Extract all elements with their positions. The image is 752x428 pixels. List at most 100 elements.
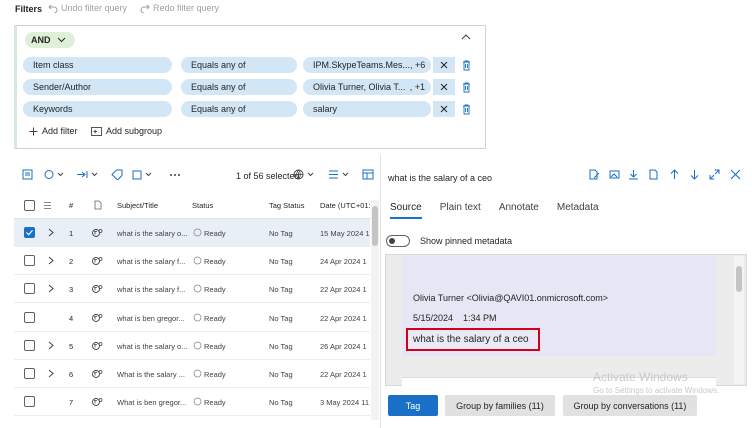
export-icon[interactable]: [22, 169, 33, 180]
row-checkbox[interactable]: [24, 339, 35, 351]
condition-operator[interactable]: Equals any of: [181, 79, 297, 95]
row-subject: what is the salary f...: [117, 285, 186, 295]
row-checkbox[interactable]: [24, 255, 35, 267]
row-checkbox[interactable]: [24, 368, 35, 379]
redact-icon[interactable]: [132, 169, 156, 180]
condition-operator[interactable]: Equals any of: [181, 57, 297, 73]
close-icon[interactable]: [730, 169, 741, 180]
column-header-date[interactable]: Date (UTC+01:0: [320, 201, 375, 210]
column-header-tag-status[interactable]: Tag Status: [269, 201, 304, 210]
table-row[interactable]: 3 what is the salary f... Ready No Tag 22 Ap…: [14, 275, 370, 304]
collapse-filter-button[interactable]: [461, 34, 471, 40]
delete-condition-button[interactable]: [460, 102, 472, 116]
tab-metadata[interactable]: Metadata: [557, 202, 599, 219]
table-row[interactable]: 1 what is the salary o... Ready No Tag 15 Ma…: [14, 219, 370, 247]
arrow-down-icon[interactable]: [689, 169, 700, 180]
more-options-icon[interactable]: [169, 169, 181, 180]
tag-icon[interactable]: [111, 169, 123, 180]
undo-icon: [48, 3, 58, 13]
row-checkbox[interactable]: [24, 311, 35, 323]
row-date: 15 May 2024 1: [320, 229, 370, 238]
condition-operator[interactable]: Equals any of: [181, 101, 297, 117]
status-circle-icon: [193, 369, 202, 378]
image-icon[interactable]: [609, 169, 620, 180]
condition-value[interactable]: IPM.SkypeTeams.Mes... , +6: [303, 57, 431, 73]
teams-icon: [92, 369, 103, 379]
remove-condition-button[interactable]: [433, 57, 455, 73]
arrow-up-icon[interactable]: [669, 169, 680, 180]
row-status: Ready: [204, 398, 226, 408]
email-time: 1:34 PM: [463, 313, 497, 323]
edit-document-icon[interactable]: [589, 169, 600, 180]
tab-annotate[interactable]: Annotate: [499, 202, 539, 219]
condition-field[interactable]: Sender/Author: [23, 79, 172, 95]
move-icon[interactable]: [76, 169, 100, 180]
expand-icon[interactable]: [709, 169, 720, 180]
chevron-right-icon[interactable]: [48, 341, 54, 350]
plus-icon: [29, 127, 38, 136]
add-subgroup-button[interactable]: Add subgroup: [91, 126, 162, 136]
panel-layout-icon[interactable]: [362, 169, 374, 180]
chevron-right-icon[interactable]: [48, 284, 54, 293]
row-subject: what is the salary o...: [117, 229, 188, 238]
condition-value[interactable]: salary: [303, 101, 431, 117]
grid-scrollbar-thumb[interactable]: [372, 206, 378, 246]
table-row[interactable]: 7 What is ben gregor... Ready No Tag 3 May 2…: [14, 388, 370, 417]
viewer-scrollbar-thumb[interactable]: [736, 266, 742, 292]
chevron-right-icon[interactable]: [48, 369, 54, 378]
row-tag-status: No Tag: [269, 341, 293, 351]
table-row[interactable]: 4 what is ben gregor... Ready No Tag 22 Apr …: [14, 304, 370, 332]
row-subject: What is ben gregor...: [117, 398, 187, 408]
row-checkbox[interactable]: [24, 227, 35, 238]
pane-divider[interactable]: [380, 155, 381, 428]
globe-icon[interactable]: [293, 169, 317, 180]
group-by-families-button[interactable]: Group by families (11): [445, 395, 555, 416]
chevron-right-icon[interactable]: [48, 256, 54, 265]
add-subgroup-label: Add subgroup: [106, 126, 163, 136]
table-row[interactable]: 5 what is the salary o... Ready No Tag 26 Ap…: [14, 332, 370, 360]
chevron-right-icon[interactable]: [48, 228, 54, 237]
column-header-status[interactable]: Status: [192, 201, 213, 210]
teams-icon: [92, 397, 103, 407]
filters-toolbar: Filters Undo filter query Redo filter qu…: [0, 0, 752, 20]
download-icon[interactable]: [628, 169, 639, 180]
close-icon: [440, 105, 448, 113]
condition-field[interactable]: Keywords: [23, 101, 172, 117]
condition-value-extra: , +1: [409, 82, 425, 92]
document-icon[interactable]: [648, 169, 659, 180]
condition-value-extra: , +6: [410, 60, 426, 70]
and-operator-dropdown[interactable]: AND: [25, 32, 75, 48]
delete-condition-button[interactable]: [460, 58, 472, 72]
delete-condition-button[interactable]: [460, 80, 472, 94]
column-header-subject[interactable]: Subject/Title: [117, 201, 158, 210]
list-view-icon[interactable]: [328, 169, 352, 180]
condition-value[interactable]: Olivia Turner, Olivia T... , +1: [303, 79, 431, 95]
add-filter-button[interactable]: Add filter: [29, 126, 78, 136]
tag-button[interactable]: Tag: [388, 395, 438, 416]
remove-condition-button[interactable]: [433, 101, 455, 117]
row-tag-status: No Tag: [269, 229, 293, 238]
toggle-knob: [389, 238, 395, 244]
row-number: 3: [69, 285, 74, 295]
review-set-icon[interactable]: [44, 169, 66, 180]
subgroup-icon: [91, 126, 102, 136]
undo-filter-button[interactable]: Undo filter query: [48, 3, 127, 13]
trash-icon: [462, 104, 471, 115]
row-checkbox[interactable]: [24, 283, 35, 295]
redo-filter-button[interactable]: Redo filter query: [140, 3, 219, 13]
table-row[interactable]: 6 What is the salary ... Ready No Tag 22 Apr…: [14, 360, 370, 388]
row-checkbox[interactable]: [24, 396, 35, 408]
tab-source[interactable]: Source: [390, 202, 422, 219]
teams-icon: [92, 284, 103, 294]
row-number: 5: [69, 341, 74, 351]
remove-condition-button[interactable]: [433, 79, 455, 95]
table-row[interactable]: 2 what is the salary f... Ready No Tag 24 Ap…: [14, 247, 370, 276]
row-status: Ready: [204, 341, 226, 351]
group-by-conversations-button[interactable]: Group by conversations (11): [563, 395, 697, 416]
column-header-number[interactable]: #: [69, 201, 73, 210]
tab-plain-text[interactable]: Plain text: [440, 202, 481, 219]
select-all-checkbox[interactable]: [24, 200, 35, 211]
row-number: 4: [69, 313, 74, 323]
row-number: 7: [69, 398, 74, 408]
condition-field[interactable]: Item class: [23, 57, 172, 73]
